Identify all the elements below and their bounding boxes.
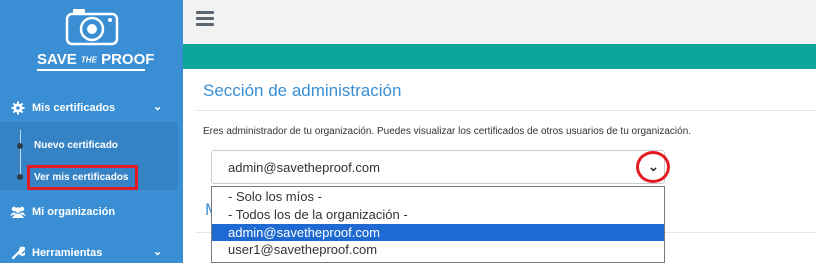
dropdown-list: - Solo los míos - - Todos los de la orga… — [211, 186, 665, 263]
sidebar: SAVE THE PROOF Mis certificados ⌄ Nuevo … — [0, 0, 183, 263]
top-bar — [183, 0, 816, 44]
submenu-item-nuevo-certificado[interactable]: Nuevo certificado — [34, 140, 118, 151]
wrench-icon — [11, 246, 25, 260]
tree-dot — [17, 143, 23, 149]
admin-description: Eres administrador de tu organización. P… — [203, 126, 692, 137]
menu-label: Herramientas — [32, 247, 103, 259]
header-accent-bar — [183, 44, 816, 69]
tree-line — [20, 130, 21, 180]
highlight-box — [27, 165, 138, 190]
chevron-down-icon: ⌄ — [153, 246, 163, 258]
menu-label: Mi organización — [32, 206, 116, 218]
menu-herramientas[interactable]: Herramientas ⌄ — [0, 240, 183, 266]
select-value: admin@savetheproof.com — [228, 160, 380, 175]
dropdown-option[interactable]: - Todos los de la organización - — [212, 206, 664, 223]
chevron-down-icon: ⌄ — [153, 101, 163, 113]
menu-mi-organizacion[interactable]: Mi organización — [0, 199, 183, 225]
tree-dot — [17, 174, 23, 180]
logo-text: SAVE THE PROOF — [37, 50, 154, 71]
chevron-down-icon: ⌄ — [648, 159, 659, 174]
camera-logo-icon — [65, 9, 119, 46]
menu-label: Mis certificados — [32, 102, 116, 114]
dropdown-option[interactable]: user1@savetheproof.com — [212, 241, 664, 258]
dropdown-option-selected[interactable]: admin@savetheproof.com — [212, 224, 664, 241]
menu-mis-certificados[interactable]: Mis certificados ⌄ — [0, 95, 183, 121]
users-icon — [10, 206, 26, 218]
divider — [196, 110, 816, 111]
user-select[interactable]: admin@savetheproof.com — [211, 150, 665, 184]
hamburger-icon[interactable] — [196, 11, 214, 27]
app-logo[interactable]: SAVE THE PROOF — [0, 0, 183, 84]
dropdown-option[interactable]: - Solo los míos - — [212, 188, 664, 205]
page-title: Sección de administración — [203, 81, 402, 100]
dropdown-toggle-highlight[interactable]: ⌄ — [636, 151, 670, 183]
gear-icon — [11, 101, 25, 115]
